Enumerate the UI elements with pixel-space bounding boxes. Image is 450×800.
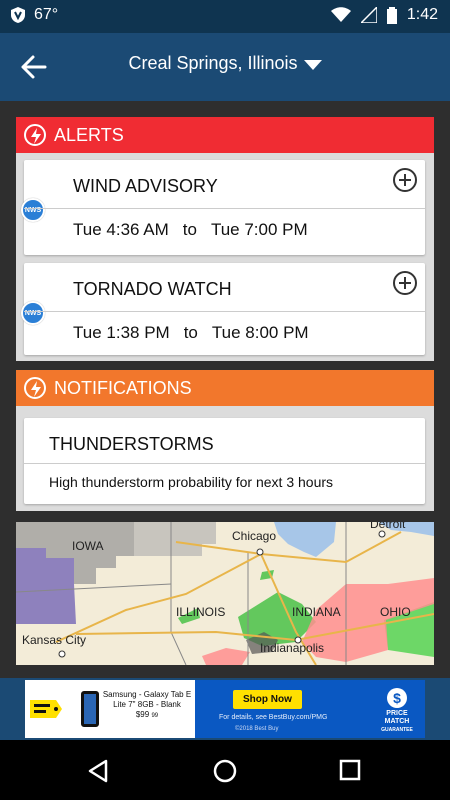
location-selector[interactable]: Creal Springs, Illinois [0,53,450,74]
alert-start: Tue 1:38 PM [73,323,170,342]
alert-name: TORNADO WATCH [73,279,232,299]
alert-to: to [183,323,198,342]
map-label-detroit: Detroit [370,522,406,531]
system-nav-bar [0,740,450,800]
expand-plus-icon[interactable] [393,271,417,295]
shop-now-button[interactable]: Shop Now [233,690,302,709]
alert-times: Tue 1:38 PM to Tue 8:00 PM [73,323,309,343]
tablet-image [81,691,99,727]
ad-product-name: Samsung - Galaxy Tab E Lite 7" 8GB - Bla… [102,690,192,709]
alert-to: to [182,220,197,239]
expand-plus-icon[interactable] [393,168,417,192]
alerts-title: ALERTS [54,124,124,145]
divider [24,311,425,312]
radar-map[interactable]: Detroit Chicago IOWA ILLINOIS INDIANA OH… [16,522,434,665]
ad-fine-print: For details, see BestBuy.com/PMG [219,714,328,721]
notification-name: THUNDERSTORMS [49,434,214,454]
alerts-header: ALERTS [16,117,434,153]
notifications-panel: NOTIFICATIONS THUNDERSTORMS High thunder… [16,370,434,511]
ad-offer: Shop Now For details, see BestBuy.com/PM… [195,680,425,738]
alert-end: Tue 7:00 PM [210,220,308,239]
alert-card[interactable]: NWS WIND ADVISORY Tue 4:36 AM to Tue 7:0… [21,160,425,255]
notifications-header: NOTIFICATIONS [16,370,434,406]
shield-icon [11,7,25,23]
status-bar: 67° 1:42 [0,0,450,33]
ad-bar: Samsung - Galaxy Tab E Lite 7" 8GB - Bla… [0,678,450,740]
map-label-indianapolis: Indianapolis [260,641,325,655]
map-label-illinois: ILLINOIS [176,605,226,619]
map-label-indiana: INDIANA [292,605,341,619]
wifi-icon [330,7,351,22]
location-name: Creal Springs, Illinois [128,53,298,73]
divider [24,208,425,209]
alert-card[interactable]: NWS TORNADO WATCH Tue 1:38 PM to Tue 8:0… [21,263,425,355]
alert-end: Tue 8:00 PM [211,323,309,342]
alerts-panel: ALERTS NWS WIND ADVISORY Tue 4:36 AM to … [16,117,434,361]
dollar-icon: $ [387,688,407,708]
dropdown-caret-icon [303,59,322,70]
tag-logo-icon [30,700,62,718]
battery-icon [386,6,397,24]
price-match-badge: $ PRICE MATCH GUARANTEE [381,688,413,733]
lightning-icon [24,124,46,146]
status-time: 1:42 [406,6,438,23]
notification-detail: High thunderstorm probability for next 3… [49,474,334,490]
ad-banner[interactable]: Samsung - Galaxy Tab E Lite 7" 8GB - Bla… [25,680,425,738]
map-label-ohio: OHIO [380,605,411,619]
lightning-icon [24,377,46,399]
signal-icon [360,7,377,23]
alert-start: Tue 4:36 AM [73,220,169,239]
content-area: ALERTS NWS WIND ADVISORY Tue 4:36 AM to … [0,101,450,678]
alert-times: Tue 4:36 AM to Tue 7:00 PM [73,220,308,240]
notification-card[interactable]: THUNDERSTORMS High thunderstorm probabil… [24,418,425,504]
status-temperature: 67° [34,6,59,23]
notifications-title: NOTIFICATIONS [54,377,192,398]
app-bar: Creal Springs, Illinois [0,33,450,101]
recents-square-icon[interactable] [339,759,361,781]
ad-price: $99 99 [135,710,159,719]
map-label-kansas-city: Kansas City [22,633,87,647]
brand-logo [25,680,67,738]
back-triangle-icon[interactable] [86,759,110,783]
ad-copyright: ©2018 Best Buy [235,726,279,732]
home-circle-icon[interactable] [213,759,237,783]
map-label-iowa: IOWA [72,539,104,553]
nws-badge: NWS [21,301,45,325]
ad-product: Samsung - Galaxy Tab E Lite 7" 8GB - Bla… [99,680,195,738]
divider [24,463,425,464]
map-label-chicago: Chicago [232,529,277,543]
alert-name: WIND ADVISORY [73,176,218,196]
nws-badge: NWS [21,198,45,222]
